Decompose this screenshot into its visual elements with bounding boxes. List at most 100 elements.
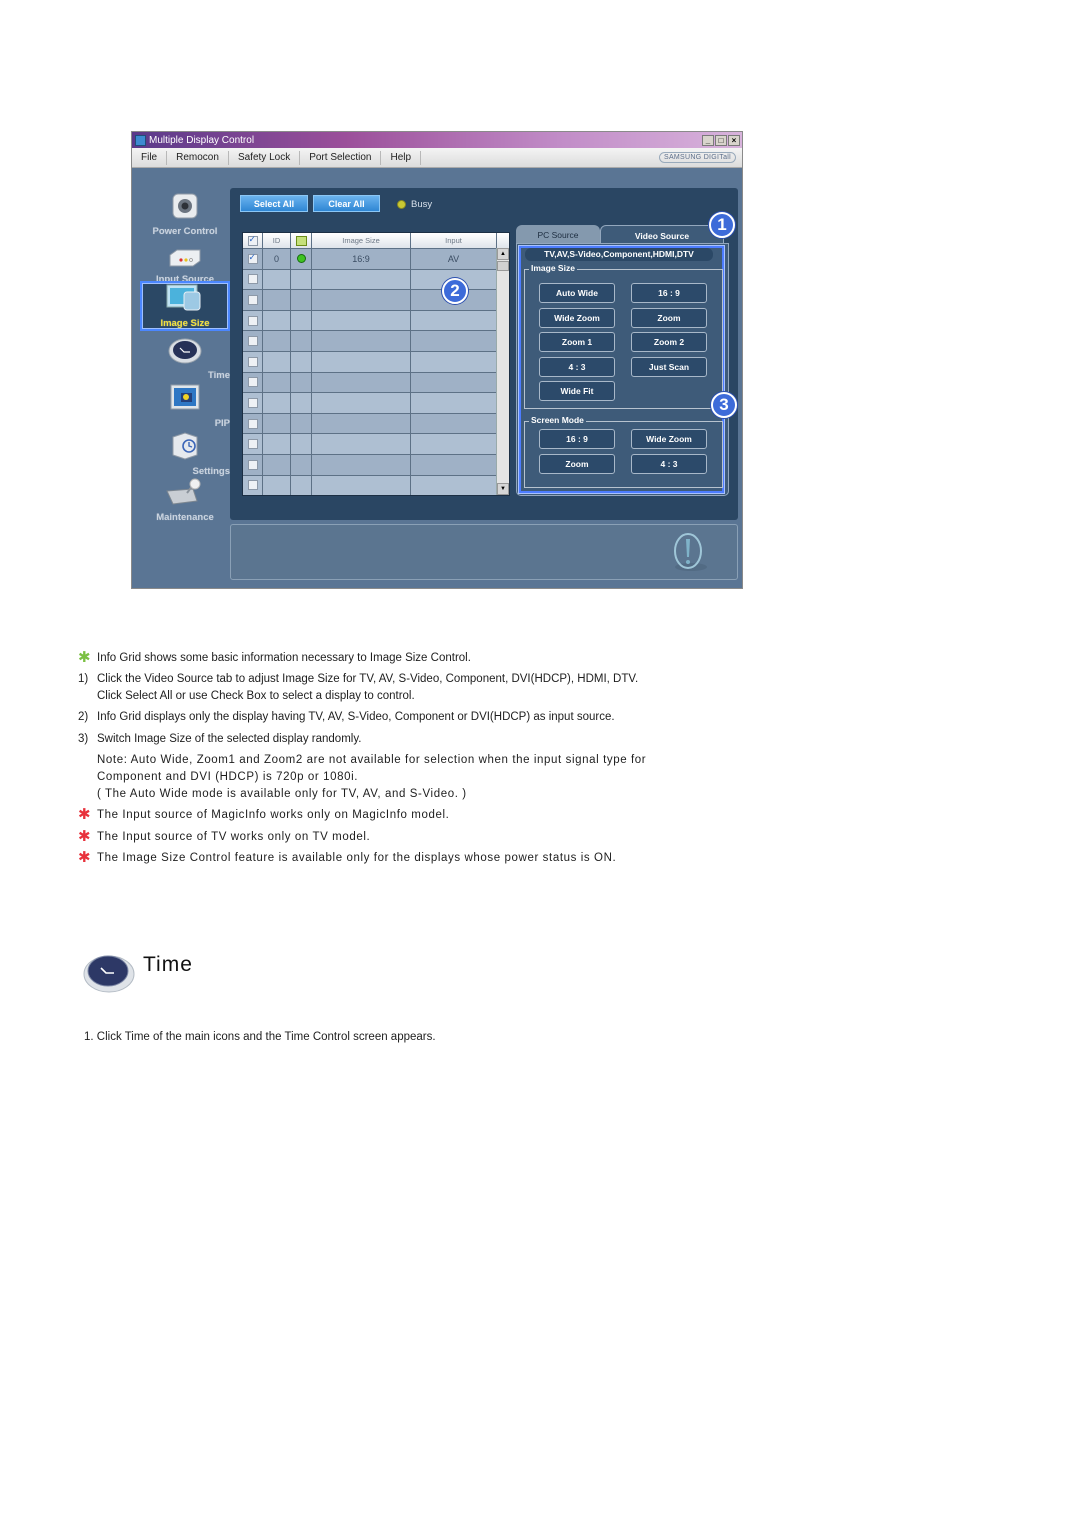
row-checkbox-cell[interactable]	[243, 434, 263, 454]
just-scan-button[interactable]: Just Scan	[631, 357, 707, 377]
table-row[interactable]	[243, 453, 509, 475]
input-source-icon	[169, 249, 201, 267]
row-checkbox[interactable]	[247, 480, 258, 491]
column-header-image-size[interactable]: Image Size	[312, 233, 411, 248]
sidebar-item-maintenance[interactable]: Maintenance	[140, 477, 230, 523]
cell-status	[291, 351, 312, 372]
row-checkbox[interactable]	[247, 274, 258, 285]
table-row[interactable]	[243, 371, 509, 393]
row-checkbox[interactable]	[247, 336, 258, 347]
table-row[interactable]	[243, 309, 509, 331]
table-row[interactable]	[243, 433, 509, 454]
16-9-button[interactable]: 16 : 9	[631, 283, 707, 303]
sidebar-item-label: Settings	[192, 466, 230, 477]
row-checkbox-cell[interactable]	[243, 393, 263, 413]
pip-icon	[170, 384, 200, 410]
tab-pc-source[interactable]: PC Source	[516, 225, 600, 244]
sidebar-item-input-source[interactable]: Input Source	[140, 247, 230, 285]
select-all-button[interactable]: Select All	[240, 195, 308, 212]
zoom-button[interactable]: Zoom	[631, 308, 707, 328]
row-checkbox-cell[interactable]	[243, 249, 263, 269]
note-text: Note: Auto Wide, Zoom1 and Zoom2 are not…	[97, 754, 647, 766]
row-checkbox[interactable]	[247, 356, 258, 367]
settings-icon	[172, 432, 198, 460]
select-all-checkbox-header[interactable]	[243, 233, 263, 248]
wide-fit-button[interactable]: Wide Fit	[539, 381, 615, 401]
warning-text: The Image Size Control feature is availa…	[97, 852, 617, 864]
row-checkbox-cell[interactable]	[243, 372, 263, 393]
table-row[interactable]	[243, 412, 509, 434]
column-header-input[interactable]: Input	[411, 233, 497, 248]
sidebar-item-power-control[interactable]: Power Control	[140, 191, 230, 237]
sidebar-item-label: Image Size	[160, 318, 210, 329]
sidebar-item-time[interactable]: Time	[140, 337, 230, 381]
row-checkbox-cell[interactable]	[243, 331, 263, 351]
cell-id	[263, 310, 291, 331]
table-row[interactable]	[243, 474, 509, 496]
row-checkbox-cell[interactable]	[243, 310, 263, 331]
grid-scrollbar[interactable]: ▲ ▼	[496, 248, 509, 495]
screen-mode-4-3-button[interactable]: 4 : 3	[631, 454, 707, 474]
row-checkbox-cell[interactable]	[243, 413, 263, 434]
source-tabs: PC Source Video Source TV,AV,S-Video,Com…	[516, 225, 729, 496]
section-title: Time	[143, 953, 193, 976]
menu-file[interactable]: File	[132, 150, 168, 165]
screen-mode-16-9-button[interactable]: 16 : 9	[539, 429, 615, 449]
tab-video-source[interactable]: Video Source	[600, 225, 724, 244]
sidebar-item-image-size[interactable]: Image Size	[140, 281, 230, 331]
zoom-1-button[interactable]: Zoom 1	[539, 332, 615, 352]
cell-id	[263, 372, 291, 393]
row-checkbox[interactable]	[247, 252, 258, 264]
scroll-down-icon[interactable]: ▼	[497, 483, 509, 495]
info-grid: ID Image Size Input 0 16:9AV ▲ ▼	[242, 232, 510, 496]
row-checkbox-cell[interactable]	[243, 454, 263, 475]
row-checkbox[interactable]	[247, 377, 258, 388]
screen-mode-wide-zoom-button[interactable]: Wide Zoom	[631, 429, 707, 449]
menu-help[interactable]: Help	[381, 150, 422, 165]
warning-text: The Input source of TV works only on TV …	[97, 831, 371, 843]
callout-2: 2	[442, 278, 468, 304]
row-checkbox[interactable]	[247, 397, 258, 408]
row-checkbox-cell[interactable]	[243, 475, 263, 496]
row-checkbox[interactable]	[247, 294, 258, 305]
row-checkbox-cell[interactable]	[243, 351, 263, 372]
clear-all-button[interactable]: Clear All	[313, 195, 380, 212]
table-row[interactable]	[243, 350, 509, 372]
scroll-thumb[interactable]	[497, 261, 509, 271]
auto-wide-button[interactable]: Auto Wide	[539, 283, 615, 303]
row-checkbox[interactable]	[247, 439, 258, 450]
wide-zoom-button[interactable]: Wide Zoom	[539, 308, 615, 328]
scroll-up-icon[interactable]: ▲	[497, 248, 509, 260]
table-row[interactable]	[243, 289, 509, 310]
table-row[interactable]: 0 16:9AV	[243, 248, 509, 269]
cell-image-size	[312, 454, 411, 475]
zoom-2-button[interactable]: Zoom 2	[631, 332, 707, 352]
cell-image-size	[312, 331, 411, 351]
sidebar-item-label: PIP	[214, 418, 230, 429]
sidebar-item-pip[interactable]: PIP	[140, 383, 230, 429]
menu-safety-lock[interactable]: Safety Lock	[229, 150, 301, 165]
sidebar-item-settings[interactable]: Settings	[140, 431, 230, 477]
row-checkbox[interactable]	[247, 315, 258, 326]
4-3-button[interactable]: 4 : 3	[539, 357, 615, 377]
row-checkbox[interactable]	[247, 459, 258, 470]
table-row[interactable]	[243, 392, 509, 413]
cell-input	[411, 393, 497, 413]
menu-port-selection[interactable]: Port Selection	[300, 150, 382, 165]
menu-remocon[interactable]: Remocon	[167, 150, 229, 165]
minimize-button[interactable]: _	[702, 134, 714, 146]
table-row[interactable]	[243, 268, 509, 290]
table-row[interactable]	[243, 330, 509, 351]
row-checkbox-cell[interactable]	[243, 290, 263, 310]
cell-status	[291, 393, 312, 413]
header-checkbox[interactable]	[247, 234, 258, 246]
title-bar: Multiple Display Control _ □ ×	[132, 132, 742, 148]
row-checkbox-cell[interactable]	[243, 269, 263, 290]
close-button[interactable]: ×	[728, 134, 740, 146]
maximize-button[interactable]: □	[715, 134, 727, 146]
control-panel: Select All Clear All Busy ID Image Size …	[230, 188, 738, 520]
row-checkbox[interactable]	[247, 418, 258, 429]
busy-indicator: Busy	[397, 199, 432, 210]
column-header-id[interactable]: ID	[263, 233, 291, 248]
screen-mode-zoom-button[interactable]: Zoom	[539, 454, 615, 474]
